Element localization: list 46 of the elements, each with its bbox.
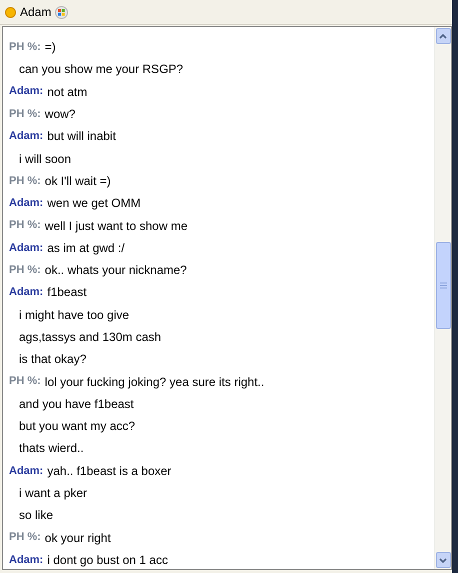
message-text: =)	[44, 39, 56, 56]
sender-name: Adam:	[9, 240, 44, 256]
message-text: wow?	[44, 106, 76, 124]
message-text: thats wierd..	[19, 440, 84, 458]
message-text: i dont go bust on 1 acc	[47, 552, 168, 569]
message-text: ags,tassys and 130m cash	[19, 329, 162, 346]
message-text: not atm	[47, 84, 88, 101]
sender-name: PH %:	[9, 374, 41, 390]
sender-name: PH %:	[9, 530, 41, 546]
message-text: wen we get OMM	[47, 195, 141, 212]
sender-name: Adam:	[9, 285, 44, 300]
message-text: yah.. f1beast is a boxer	[47, 462, 172, 480]
message-text: f1beast	[47, 284, 87, 302]
message-text: lol your fucking joking? yea sure its right..	[44, 374, 264, 391]
message-text: so like	[19, 507, 54, 524]
message-text: as im at gwd :/	[47, 240, 125, 257]
windows-flag-icon	[55, 6, 68, 18]
message-text: but you want my acc?	[19, 418, 136, 436]
message-text: and you have f1beast	[19, 396, 134, 413]
scroll-down-button[interactable]	[436, 552, 450, 568]
grip-icon	[440, 282, 446, 289]
message-text: well I just want to show me	[44, 218, 188, 235]
message-text: ok your right	[44, 530, 111, 547]
sender-name: PH %:	[9, 218, 41, 234]
message-text: i might have too give	[19, 306, 130, 324]
message-text: i want a pker	[19, 485, 88, 502]
message-text: is that okay?	[19, 351, 86, 368]
scroll-thumb[interactable]	[436, 242, 450, 329]
sender-name: Adam:	[9, 129, 44, 144]
sender-name: PH %:	[9, 262, 41, 278]
status-dot-icon	[5, 6, 16, 18]
message-text: can you show me your RSGP?	[19, 61, 184, 78]
sender-name: Adam:	[9, 464, 44, 479]
sender-name: Adam:	[9, 552, 44, 568]
scrollbar[interactable]	[434, 27, 451, 569]
contact-name: Adam	[20, 4, 52, 21]
sender-name: PH %:	[9, 40, 41, 55]
message-text: i will soon	[19, 150, 72, 168]
sender-name: PH %:	[9, 174, 41, 189]
message-text: but will inabit	[47, 128, 116, 146]
sender-name: Adam:	[9, 84, 44, 100]
scroll-up-button[interactable]	[436, 28, 450, 44]
sender-name: Adam:	[9, 196, 44, 211]
message-text: ok.. whats your nickname?	[44, 262, 187, 280]
sender-name: PH %:	[9, 106, 41, 122]
message-text: ok I'll wait =)	[44, 172, 111, 190]
